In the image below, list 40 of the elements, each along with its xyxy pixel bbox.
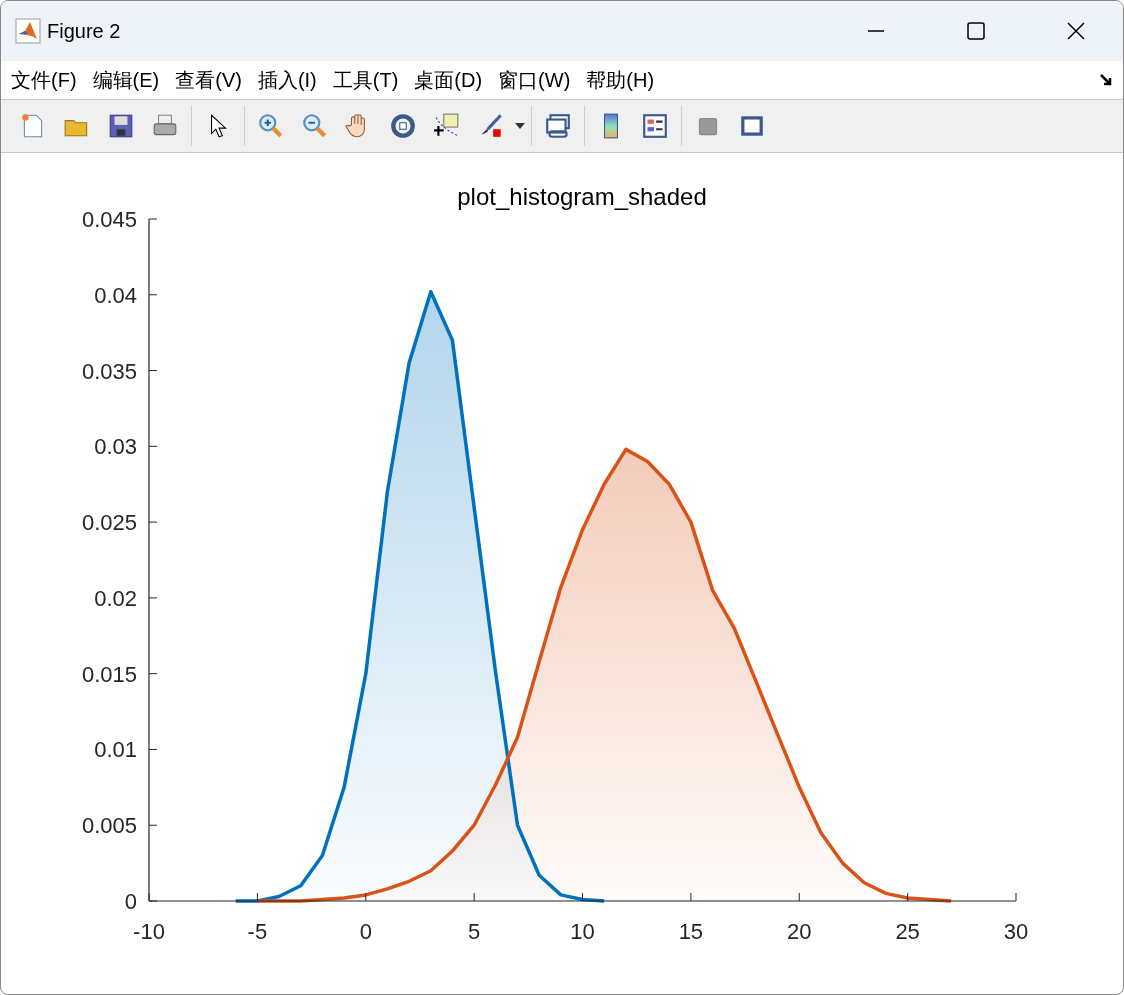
caret-icon[interactable] (515, 122, 525, 130)
legend-icon (641, 112, 669, 140)
y-tick-label: 0 (124, 889, 137, 914)
y-tick-label: 0.03 (94, 434, 137, 460)
menu-item[interactable]: 插入(I) (257, 66, 317, 94)
chart-title: plot_histogram_shaded (457, 183, 707, 210)
menu-item[interactable]: 查看(V) (175, 66, 242, 94)
x-tick-label: 20 (787, 919, 812, 944)
x-tick-label: -10 (133, 919, 165, 944)
x-tick-label: 30 (1003, 919, 1029, 944)
menu-item[interactable]: 编辑(E) (92, 66, 160, 94)
x-tick-label: 5 (468, 919, 481, 944)
zoom-in-icon (257, 112, 285, 140)
rotate-icon (389, 112, 417, 140)
x-tick-label: 0 (359, 919, 372, 944)
menu-item[interactable]: 桌面(D) (414, 66, 483, 94)
y-tick-label: 0.035 (81, 358, 137, 384)
y-tick-label: 0.015 (81, 661, 137, 687)
close-icon (1067, 22, 1085, 40)
x-tick-label: 25 (895, 919, 920, 944)
window-title: Figure 2 (47, 19, 122, 43)
y-tick-label: 0.005 (81, 813, 137, 839)
minimize-icon (867, 30, 885, 32)
x-tick-label: -5 (247, 919, 268, 944)
y-tick-label: 0.04 (94, 282, 137, 308)
zoom-out-icon (301, 112, 329, 140)
menu-item[interactable]: 工具(T) (332, 66, 399, 94)
y-tick-label: 0.025 (81, 510, 137, 536)
x-tick-label: 10 (570, 919, 595, 944)
menu-item[interactable]: 窗口(W) (498, 66, 571, 94)
y-tick-label: 0.045 (81, 207, 137, 232)
menu-item[interactable]: 文件(F) (11, 66, 77, 94)
x-tick-label: 15 (678, 919, 704, 944)
linked-windows-icon (544, 112, 572, 140)
maximize-icon (967, 22, 985, 40)
menu-item[interactable]: 帮助(H) (586, 66, 655, 94)
y-tick-label: 0.01 (94, 737, 137, 763)
expand-arrow-icon[interactable] (1099, 73, 1113, 87)
y-tick-label: 0.02 (94, 585, 137, 611)
app-logo-icon (15, 18, 41, 44)
